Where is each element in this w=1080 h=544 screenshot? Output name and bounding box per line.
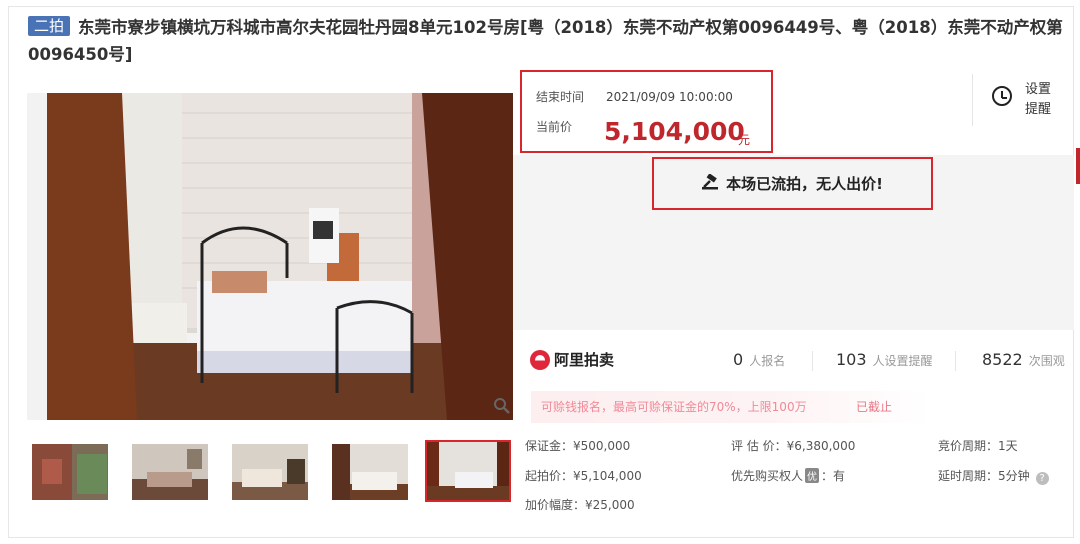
deposit-info: 保证金：¥500,000 bbox=[525, 439, 631, 453]
current-price-unit: 元 bbox=[738, 133, 751, 147]
thumbnail-3[interactable] bbox=[230, 442, 310, 502]
bid-period-info: 竞价周期：1天 bbox=[938, 439, 1018, 453]
end-time-label: 结束时间 bbox=[536, 90, 585, 104]
divider bbox=[972, 74, 973, 126]
thumbnail-4[interactable] bbox=[330, 442, 410, 502]
increment-info: 加价幅度：¥25,000 bbox=[525, 498, 635, 512]
bedroom-photo bbox=[27, 93, 513, 420]
set-reminder-label: 设置提醒 bbox=[1025, 82, 1052, 117]
magnifier-icon[interactable] bbox=[492, 397, 512, 417]
appraisal-info: 评 估 价：¥6,380,000 bbox=[731, 439, 856, 453]
property-title: 东莞市寮步镇横坑万科城市高尔夫花园牡丹园8单元102号房[粤（2018）东莞不动… bbox=[28, 18, 1063, 64]
auction-status-text: 本场已流拍，无人出价! bbox=[726, 175, 883, 193]
help-icon[interactable]: ? bbox=[1035, 472, 1049, 485]
start-price-info: 起拍价：¥5,104,000 bbox=[525, 469, 642, 483]
notice-status: 已截止 bbox=[856, 400, 893, 414]
set-reminder-button[interactable]: 设置提醒 bbox=[992, 80, 1062, 120]
main-photo[interactable] bbox=[27, 93, 513, 420]
current-price-label: 当前价 bbox=[536, 120, 573, 134]
thumbnail-1[interactable] bbox=[30, 442, 110, 502]
page-title: 二拍 东莞市寮步镇横坑万科城市高尔夫花园牡丹园8单元102号房[粤（2018）东莞… bbox=[28, 14, 1073, 68]
divider bbox=[812, 351, 813, 371]
side-tab[interactable] bbox=[1076, 148, 1080, 184]
views-stat: 8522 次围观 bbox=[982, 350, 1065, 369]
alibaba-auction-logo: 阿里拍卖 bbox=[530, 349, 614, 370]
divider bbox=[955, 351, 956, 371]
round-badge: 二拍 bbox=[28, 16, 71, 36]
reminder-stat: 103 人设置提醒 bbox=[836, 350, 933, 369]
current-price-value: 5,104,000 bbox=[604, 117, 745, 146]
credit-signup-notice: 可赊钱报名，最高可赊保证金的70%，上限100万 已截止 bbox=[531, 391, 931, 423]
priority-buyer-info: 优先购买权人优：有 bbox=[731, 468, 846, 483]
thumbnail-2[interactable] bbox=[130, 442, 210, 502]
end-time-value: 2021/09/09 10:00:00 bbox=[606, 90, 733, 104]
priority-badge: 优 bbox=[805, 468, 820, 483]
signup-stat: 0 人报名 bbox=[733, 350, 786, 369]
thumbnail-5-active[interactable] bbox=[425, 440, 511, 502]
alibaba-logo-icon bbox=[530, 349, 550, 370]
extend-period-info: 延时周期：5分钟? bbox=[938, 467, 1049, 485]
price-summary: 结束时间 2021/09/09 10:00:00 当前价 5,104,000 元 bbox=[520, 70, 773, 153]
gavel-icon bbox=[702, 172, 720, 194]
notice-text: 可赊钱报名，最高可赊保证金的70%，上限100万 bbox=[541, 400, 807, 414]
auction-status: 本场已流拍，无人出价! bbox=[652, 157, 933, 210]
alarm-clock-icon bbox=[992, 86, 1012, 106]
